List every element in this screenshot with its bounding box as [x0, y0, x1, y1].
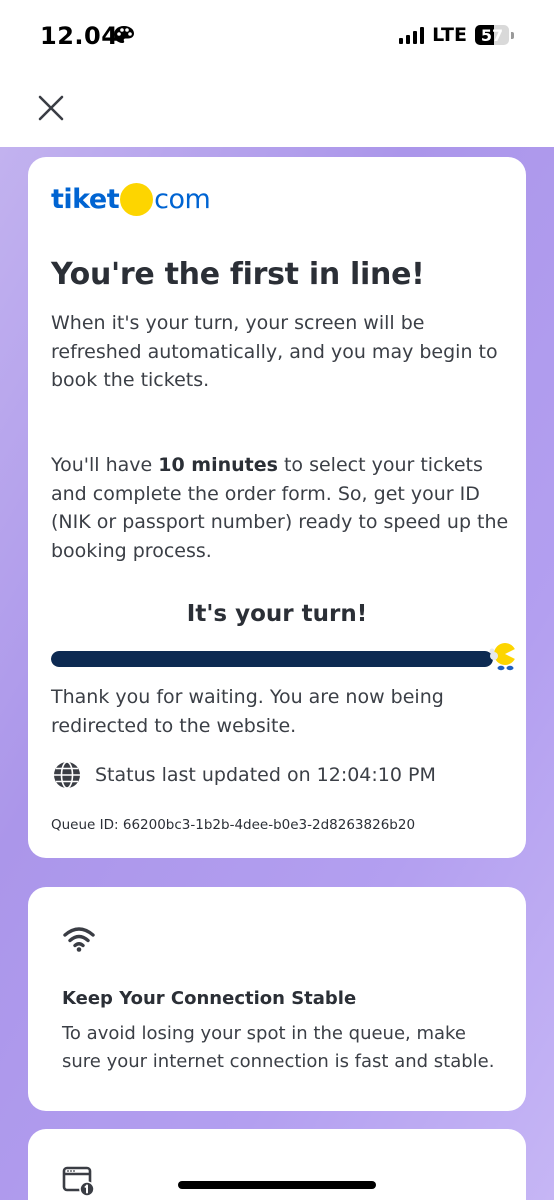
- network-type: LTE: [432, 24, 467, 46]
- tip-title: Keep Your Connection Stable: [62, 988, 357, 1009]
- turn-title: It's your turn!: [186, 601, 368, 627]
- status-indicators: LTE 57: [399, 24, 514, 46]
- close-button[interactable]: [34, 91, 68, 125]
- signal-strength-icon: [399, 26, 425, 44]
- close-icon: [38, 95, 64, 121]
- queue-progress-bar: [51, 651, 493, 667]
- battery-percent: 57: [480, 25, 504, 45]
- queue-page: tiket com You're the first in line! When…: [0, 147, 554, 1200]
- intro-text: When it's your turn, your screen will be…: [51, 312, 498, 391]
- queue-id: Queue ID: 66200bc3-1b2b-4dee-b0e3-2d8263…: [51, 817, 416, 833]
- wifi-icon: [62, 925, 96, 958]
- globe-icon: [54, 761, 80, 789]
- logo-dot: [120, 182, 154, 216]
- mascot-icon: [486, 640, 520, 679]
- page-title: You're the first in line!: [51, 257, 425, 292]
- top-nav: [0, 75, 554, 147]
- tip-card-2: [28, 1129, 526, 1200]
- tip-body: To avoid losing your spot in the queue, …: [62, 1023, 495, 1072]
- battery-icon: 57: [475, 25, 509, 45]
- battery-tip: [511, 31, 514, 39]
- palette-icon: [113, 25, 135, 50]
- home-indicator[interactable]: [178, 1181, 376, 1189]
- logo-right: com: [154, 183, 211, 215]
- tiket-logo: tiket com: [51, 180, 211, 218]
- queue-progress-fill: [51, 651, 493, 667]
- redirect-message: Thank you for waiting. You are now being…: [51, 686, 444, 737]
- logo-left: tiket: [51, 183, 120, 215]
- tip-card: Keep Your Connection Stable To avoid los…: [28, 887, 526, 1111]
- status-update-row: Status last updated on 12:04:10 PM: [51, 759, 436, 791]
- browser-window-icon: [62, 1165, 96, 1200]
- status-time: 12.04: [40, 22, 119, 50]
- status-updated-text: Status last updated on 12:04:10 PM: [95, 764, 436, 786]
- status-bar: 12.04 LTE 57: [0, 0, 554, 75]
- time-limit-bold: 10 minutes: [158, 454, 278, 476]
- time-limit-text: You'll have 10 minutes to select your ti…: [51, 451, 511, 565]
- time-prefix: You'll have: [51, 454, 159, 476]
- queue-status-card: tiket com You're the first in line! When…: [28, 157, 526, 858]
